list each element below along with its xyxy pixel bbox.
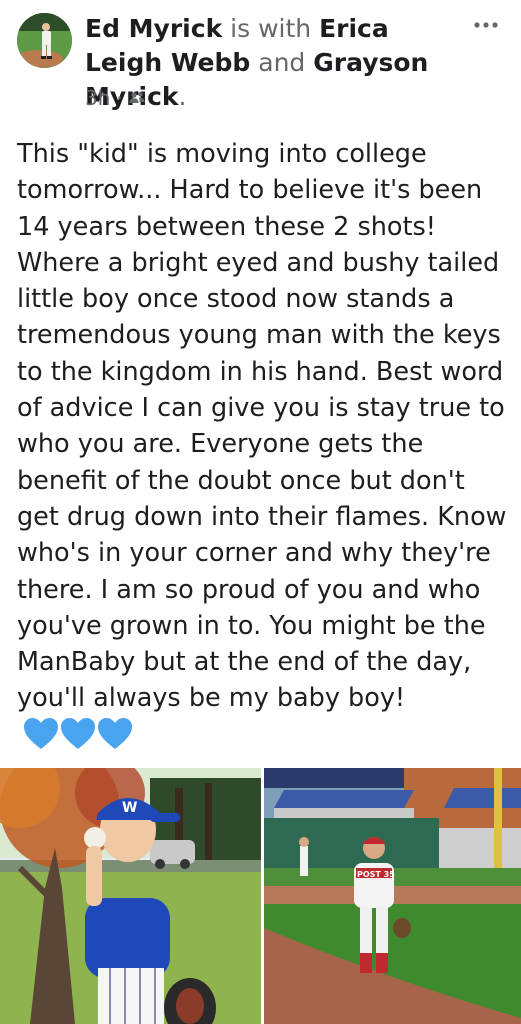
blue-heart-icon (24, 717, 58, 749)
blue-heart-icon (61, 717, 95, 749)
photo-childhood[interactable]: W (0, 768, 261, 1024)
and-text: and (258, 48, 306, 77)
photo-now[interactable]: POST 35 (264, 768, 521, 1024)
jersey-number: POST 35 (357, 870, 395, 879)
blue-hearts-emoji (23, 717, 133, 750)
with-text: is with (230, 14, 312, 43)
author-name[interactable]: Ed Myrick (85, 14, 222, 43)
post-timestamp[interactable]: 3h (85, 86, 110, 110)
post-text: This "kid" is moving into college tomorr… (17, 139, 515, 714)
post-header: Ed Myrick is with Erica Leigh Webb and G… (0, 0, 521, 120)
period: . (178, 82, 187, 111)
post-body: This "kid" is moving into college tomorr… (17, 136, 512, 753)
friends-icon[interactable] (129, 86, 145, 110)
cap-letter: W (122, 800, 137, 816)
author-avatar[interactable] (17, 13, 72, 68)
meta-separator: · (116, 86, 123, 110)
blue-heart-icon (98, 717, 132, 749)
more-options-button[interactable] (473, 16, 499, 29)
post-meta: 3h · (85, 86, 145, 110)
